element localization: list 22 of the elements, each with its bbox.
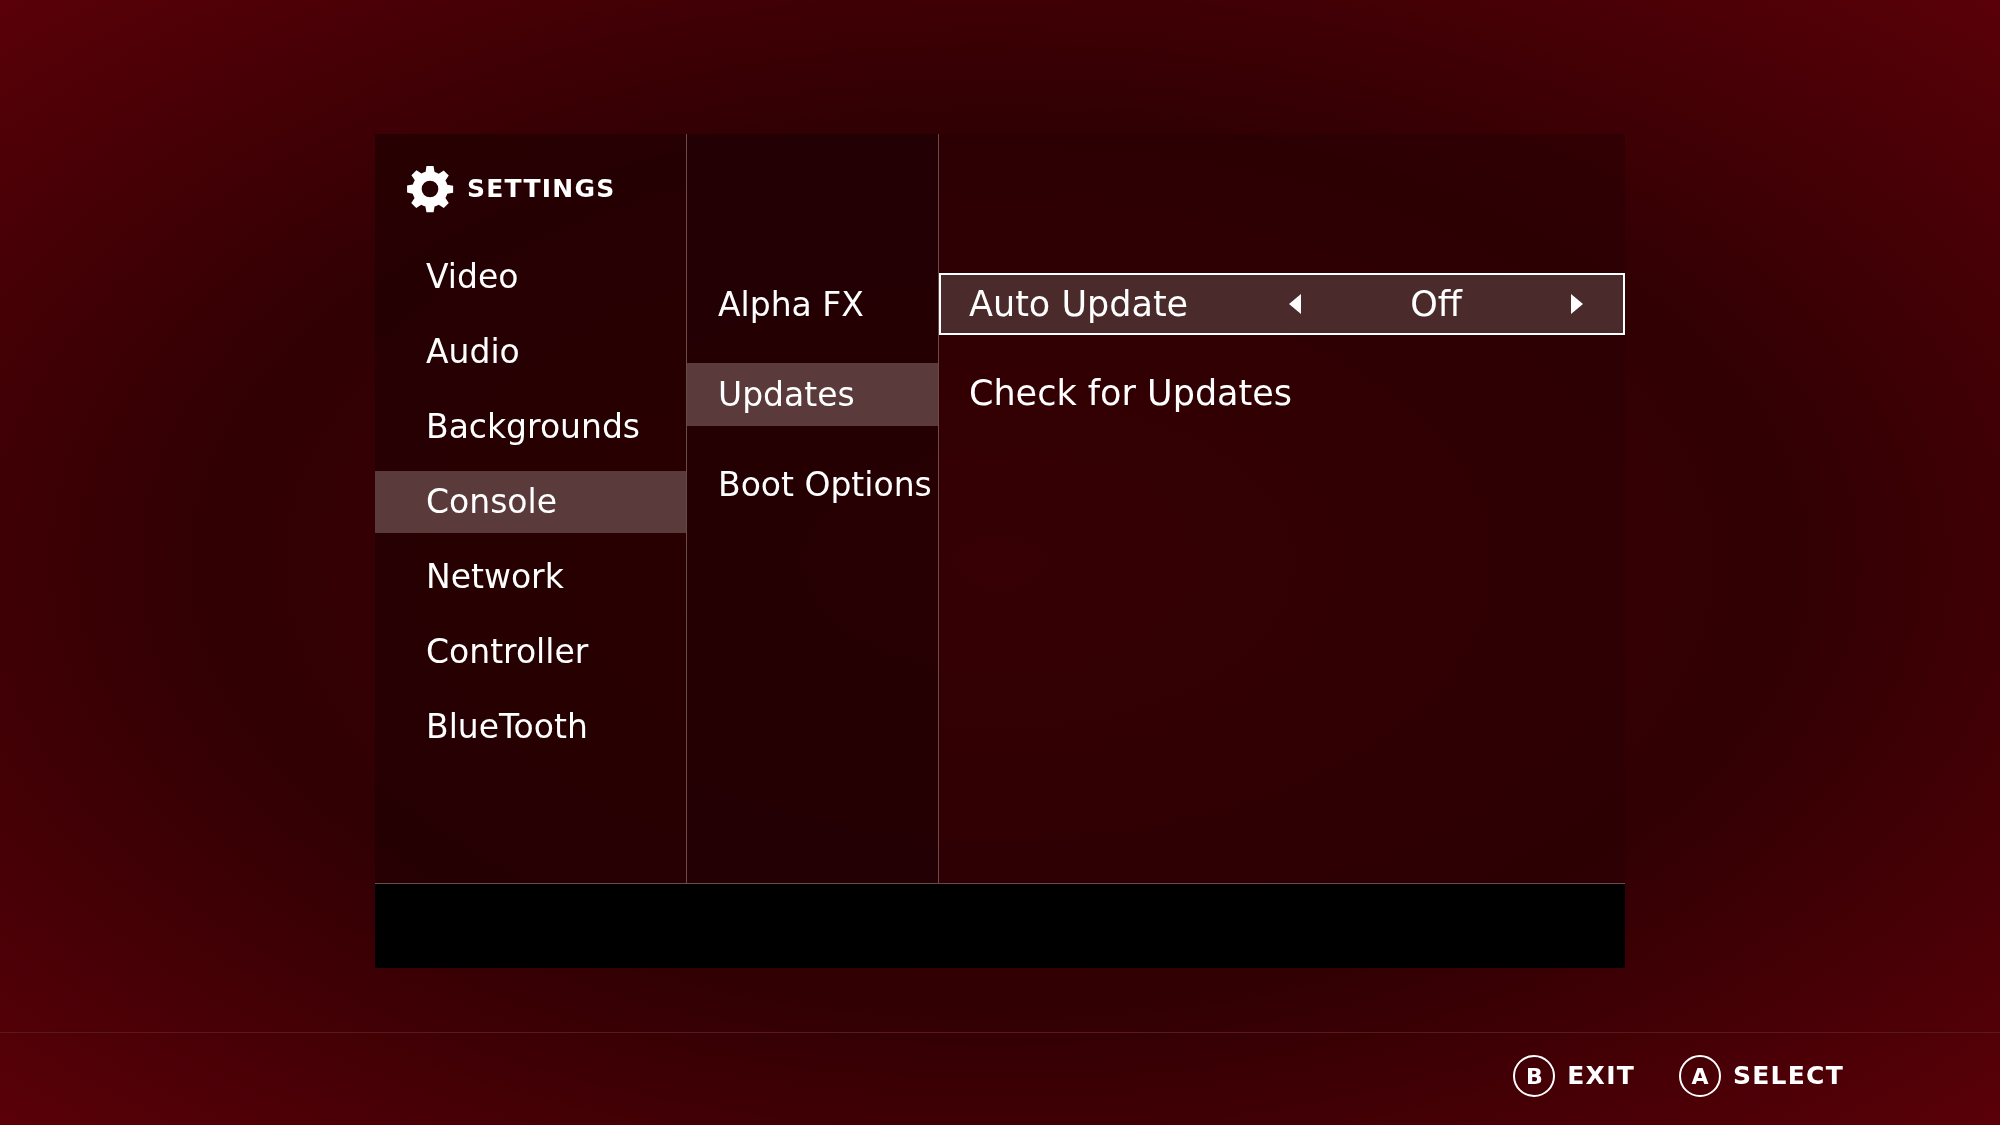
footer-action-label: SELECT bbox=[1733, 1060, 1844, 1093]
settings-title: SETTINGS bbox=[467, 173, 616, 206]
category-item[interactable]: Audio bbox=[375, 321, 686, 383]
category-item[interactable]: Backgrounds bbox=[375, 396, 686, 458]
category-item[interactable]: Network bbox=[375, 546, 686, 608]
category-item[interactable]: Video bbox=[375, 246, 686, 308]
category-item[interactable]: Controller bbox=[375, 621, 686, 683]
controller-button-icon: A bbox=[1679, 1055, 1721, 1097]
option-value: Off bbox=[1409, 282, 1464, 326]
subcategory-item[interactable]: Boot Options bbox=[687, 453, 938, 516]
subcategory-item[interactable]: Updates bbox=[687, 363, 938, 426]
category-item[interactable]: BlueTooth bbox=[375, 696, 686, 758]
subcategory-item[interactable]: Alpha FX bbox=[687, 273, 938, 336]
option-row[interactable]: Check for Updates bbox=[939, 362, 1625, 424]
controller-button-icon: B bbox=[1513, 1055, 1556, 1097]
left-arrow-icon[interactable] bbox=[1289, 294, 1301, 314]
footer-action-label: EXIT bbox=[1567, 1060, 1635, 1093]
option-row[interactable]: Auto Update Off bbox=[939, 273, 1625, 335]
right-arrow-icon[interactable] bbox=[1571, 294, 1583, 314]
category-item[interactable]: Console bbox=[375, 471, 686, 533]
settings-icon bbox=[405, 164, 455, 214]
option-label: Auto Update bbox=[969, 282, 1190, 326]
